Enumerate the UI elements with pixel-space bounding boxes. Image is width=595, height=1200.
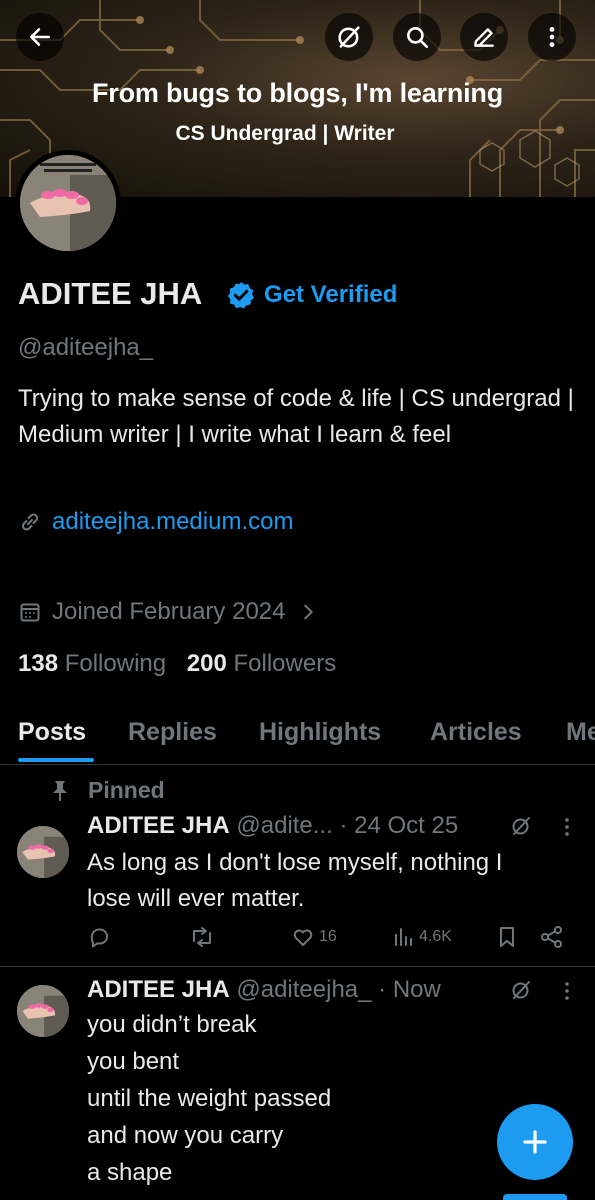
tab-media[interactable]: Me [566, 718, 595, 747]
active-tab-indicator [18, 758, 94, 762]
views-button[interactable]: 4.6K [393, 925, 452, 949]
share-icon [541, 926, 562, 948]
post-meta: @adite... · 24 Oct 25 [236, 812, 459, 839]
profile-bio: Trying to make sense of code & life | CS… [18, 385, 574, 448]
post-line: you didn’t break [87, 1011, 257, 1038]
post-meta: @aditeejha_ · Now [236, 976, 441, 1003]
followers-label: Followers [233, 650, 337, 677]
website-link-text[interactable]: aditeejha.medium.com [52, 508, 293, 536]
bar-chart-icon [395, 928, 412, 946]
bookmark-icon [500, 927, 514, 947]
post-line: until the weight passed [87, 1085, 332, 1112]
post-avatar[interactable] [17, 826, 69, 878]
compose-button[interactable] [497, 1104, 573, 1180]
grok-icon[interactable] [509, 978, 533, 1002]
tab-articles[interactable]: Articles [430, 718, 522, 747]
repost-button[interactable] [189, 925, 215, 949]
post-header[interactable]: ADITEE JHA @aditeejha_ · Now [87, 976, 441, 1004]
joined-text: Joined February 2024 [52, 598, 286, 625]
post-more-icon[interactable] [557, 816, 577, 838]
post-body[interactable]: you didn’t break you bent until the weig… [87, 1006, 567, 1191]
plus-icon [523, 1130, 547, 1154]
tabs-divider [0, 764, 595, 765]
link-icon [21, 513, 39, 531]
post-line: and now you carry [87, 1122, 284, 1149]
get-verified-link[interactable]: Get Verified [264, 281, 397, 309]
more-vertical-icon [549, 27, 555, 47]
post-line: As long as I don't lose myself, nothing … [87, 849, 503, 876]
avatar-image [17, 826, 69, 878]
pin-icon [53, 780, 67, 801]
following-link[interactable]: 138 Following [18, 650, 173, 677]
post-line: lose will ever matter. [87, 885, 305, 912]
post-actions: 16 4.6K [87, 925, 577, 955]
share-button[interactable] [539, 925, 565, 949]
reply-icon [90, 928, 108, 948]
post-avatar[interactable] [17, 985, 69, 1037]
tab-posts[interactable]: Posts [18, 718, 86, 747]
followers-count: 200 [186, 650, 227, 677]
heart-icon [293, 929, 313, 946]
slash-circle-icon [338, 26, 360, 48]
follow-stats: 138 Following 200 Followers [18, 650, 336, 678]
post-header[interactable]: ADITEE JHA @adite... · 24 Oct 25 [87, 812, 458, 840]
post-author-name[interactable]: ADITEE JHA [87, 812, 230, 839]
post-author-name[interactable]: ADITEE JHA [87, 976, 230, 1003]
tab-highlights[interactable]: Highlights [259, 718, 381, 747]
like-button[interactable]: 16 [291, 925, 337, 949]
profile-avatar[interactable] [15, 150, 121, 256]
repost-icon [193, 927, 211, 947]
followers-link[interactable]: 200 Followers [187, 650, 336, 677]
banner-subtitle: CS Undergrad | Writer [175, 122, 395, 145]
more-options-button[interactable] [528, 13, 576, 61]
verified-badge-icon[interactable] [226, 280, 256, 310]
post-body[interactable]: As long as I don't lose myself, nothing … [87, 845, 567, 917]
pencil-icon [474, 28, 494, 47]
chevron-right-icon [304, 604, 314, 620]
edit-button[interactable] [460, 13, 508, 61]
banner-title: From bugs to blogs, I'm learning [91, 78, 504, 108]
bottom-bar-peek [503, 1194, 567, 1200]
profile-website[interactable]: aditeejha.medium.com [18, 508, 293, 536]
profile-handle: @aditeejha_ [18, 334, 154, 361]
grok-button[interactable] [325, 13, 373, 61]
back-arrow-icon [30, 28, 50, 46]
grok-icon[interactable] [509, 814, 533, 838]
avatar-image [17, 985, 69, 1037]
following-label: Following [64, 650, 167, 677]
pinned-label: Pinned [52, 777, 165, 804]
joined-date[interactable]: Joined February 2024 [18, 598, 319, 626]
post-divider [0, 966, 595, 967]
reply-button[interactable] [87, 925, 111, 949]
following-count: 138 [18, 650, 59, 677]
post-line: a shape [87, 1159, 173, 1186]
bookmark-button[interactable] [495, 925, 519, 949]
post-line: you bent [87, 1048, 180, 1075]
like-count: 16 [319, 928, 337, 945]
pinned-text: Pinned [88, 777, 165, 803]
search-icon [407, 27, 429, 49]
avatar-image [20, 155, 116, 251]
post-more-icon[interactable] [557, 980, 577, 1002]
calendar-icon [20, 603, 40, 622]
search-button[interactable] [393, 13, 441, 61]
profile-name: ADITEE JHA [18, 276, 203, 311]
tab-replies[interactable]: Replies [128, 718, 217, 747]
views-count: 4.6K [419, 928, 452, 945]
back-button[interactable] [16, 13, 64, 61]
